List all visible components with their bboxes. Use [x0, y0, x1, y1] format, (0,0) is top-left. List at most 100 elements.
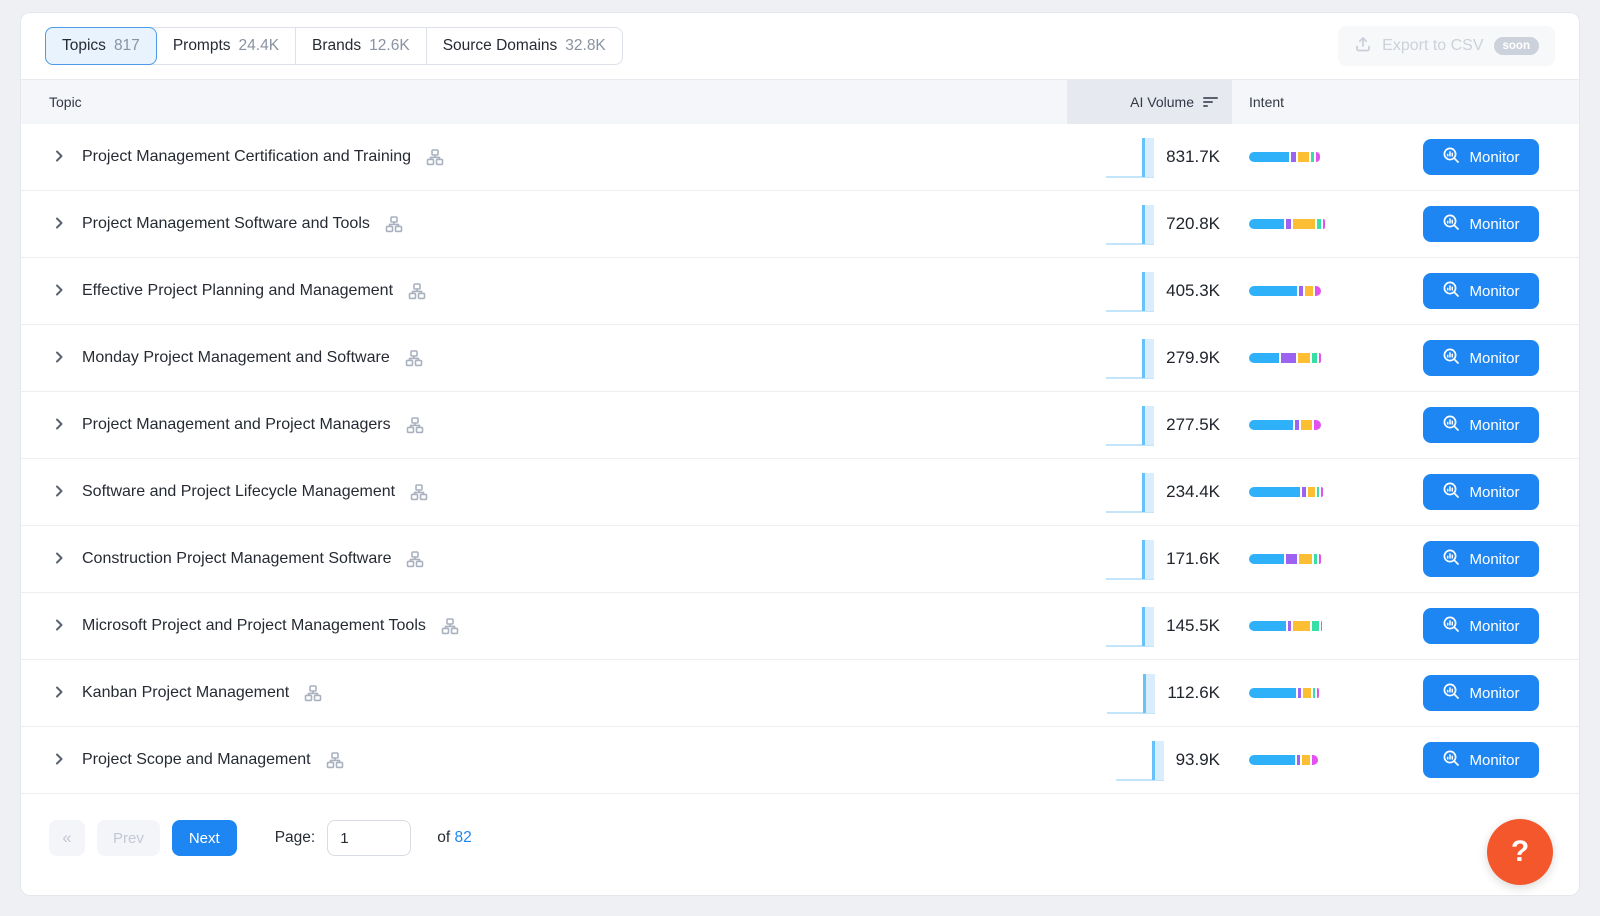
chevron-right-icon: [51, 282, 67, 301]
first-page-button[interactable]: «: [49, 820, 85, 856]
export-csv-button[interactable]: Export to CSV soon: [1338, 26, 1555, 66]
intent-bar[interactable]: [1249, 554, 1321, 564]
tab-source-domains[interactable]: Source Domains 32.8K: [427, 28, 622, 64]
intent-segment: [1323, 219, 1325, 229]
monitor-button[interactable]: Monitor: [1423, 608, 1539, 644]
intent-segment: [1286, 219, 1291, 229]
sitemap-icon[interactable]: [326, 752, 344, 769]
monitor-cell: Monitor: [1423, 273, 1579, 309]
intent-segment: [1298, 353, 1310, 363]
expand-row-button[interactable]: [49, 214, 69, 234]
intent-bar[interactable]: [1249, 420, 1321, 430]
topic-label[interactable]: Kanban Project Management: [82, 684, 289, 702]
sitemap-icon[interactable]: [406, 551, 424, 568]
sitemap-icon[interactable]: [385, 216, 403, 233]
next-page-button[interactable]: Next: [172, 820, 237, 856]
topic-label[interactable]: Project Management Software and Tools: [82, 215, 370, 233]
column-header-ai-volume[interactable]: AI Volume: [1067, 80, 1232, 124]
expand-row-button[interactable]: [49, 683, 69, 703]
sitemap-icon[interactable]: [426, 149, 444, 166]
monitor-button[interactable]: Monitor: [1423, 742, 1539, 778]
expand-row-button[interactable]: [49, 281, 69, 301]
intent-bar[interactable]: [1249, 219, 1325, 229]
sitemap-icon[interactable]: [304, 685, 322, 702]
expand-row-button[interactable]: [49, 750, 69, 770]
table-row: Project Scope and Management 93.9K: [21, 727, 1579, 794]
topic-label[interactable]: Software and Project Lifecycle Managemen…: [82, 483, 395, 501]
intent-bar[interactable]: [1249, 353, 1321, 363]
monitor-button-label: Monitor: [1469, 551, 1519, 568]
ai-volume-value: 145.5K: [1166, 616, 1220, 636]
intent-bar[interactable]: [1249, 286, 1321, 296]
sitemap-icon[interactable]: [406, 417, 424, 434]
intent-segment: [1298, 152, 1309, 162]
sitemap-icon[interactable]: [405, 350, 423, 367]
expand-row-button[interactable]: [49, 348, 69, 368]
intent-bar[interactable]: [1249, 152, 1320, 162]
monitor-button-label: Monitor: [1469, 685, 1519, 702]
tab-topics[interactable]: Topics 817: [45, 27, 157, 65]
intent-segment: [1317, 219, 1321, 229]
topic-label[interactable]: Construction Project Management Software: [82, 550, 391, 568]
ai-volume-value: 405.3K: [1166, 281, 1220, 301]
table-row: Kanban Project Management 112.6K: [21, 660, 1579, 727]
monitor-magnifier-icon: [1442, 481, 1461, 504]
tab-prompts[interactable]: Prompts 24.4K: [157, 28, 296, 64]
volume-trend-sparkline: [1106, 471, 1154, 513]
monitor-button[interactable]: Monitor: [1423, 474, 1539, 510]
intent-segment: [1293, 219, 1315, 229]
expand-row-button[interactable]: [49, 549, 69, 569]
sitemap-icon[interactable]: [410, 484, 428, 501]
monitor-button[interactable]: Monitor: [1423, 273, 1539, 309]
tab-count: 12.6K: [369, 37, 410, 55]
monitor-button[interactable]: Monitor: [1423, 407, 1539, 443]
monitor-button[interactable]: Monitor: [1423, 340, 1539, 376]
chevron-right-icon: [51, 684, 67, 703]
prev-page-button[interactable]: Prev: [97, 820, 160, 856]
monitor-magnifier-icon: [1442, 280, 1461, 303]
monitor-cell: Monitor: [1423, 139, 1579, 175]
monitor-button[interactable]: Monitor: [1423, 675, 1539, 711]
topics-panel: Topics 817 Prompts 24.4K Brands 12.6K So…: [20, 12, 1580, 896]
topic-label[interactable]: Project Management Certification and Tra…: [82, 148, 411, 166]
intent-bar[interactable]: [1249, 688, 1319, 698]
intent-segment: [1312, 755, 1318, 765]
expand-row-button[interactable]: [49, 616, 69, 636]
intent-bar[interactable]: [1249, 487, 1323, 497]
sitemap-icon[interactable]: [441, 618, 459, 635]
topic-label[interactable]: Project Scope and Management: [82, 751, 311, 769]
monitor-button[interactable]: Monitor: [1423, 139, 1539, 175]
volume-trend-sparkline: [1106, 337, 1154, 379]
total-pages-link[interactable]: 82: [454, 829, 471, 846]
expand-row-button[interactable]: [49, 147, 69, 167]
page-label: Page:: [275, 829, 316, 847]
intent-segment: [1249, 286, 1297, 296]
volume-trend-sparkline: [1106, 538, 1154, 580]
chevron-right-icon: [51, 416, 67, 435]
tab-brands[interactable]: Brands 12.6K: [296, 28, 427, 64]
topic-label[interactable]: Effective Project Planning and Managemen…: [82, 282, 393, 300]
volume-trend-sparkline: [1116, 739, 1164, 781]
ai-volume-value: 112.6K: [1167, 683, 1220, 703]
monitor-magnifier-icon: [1442, 682, 1461, 705]
topic-cell: Project Scope and Management: [49, 750, 1067, 770]
expand-row-button[interactable]: [49, 415, 69, 435]
ai-volume-value: 720.8K: [1166, 214, 1220, 234]
intent-segment: [1249, 487, 1300, 497]
topic-label[interactable]: Microsoft Project and Project Management…: [82, 617, 426, 635]
sitemap-icon[interactable]: [408, 283, 426, 300]
topic-cell: Kanban Project Management: [49, 683, 1067, 703]
topic-label[interactable]: Monday Project Management and Software: [82, 349, 390, 367]
intent-segment: [1316, 152, 1320, 162]
intent-bar[interactable]: [1249, 755, 1318, 765]
monitor-button[interactable]: Monitor: [1423, 206, 1539, 242]
help-button[interactable]: ?: [1487, 819, 1553, 885]
page-number-input[interactable]: [327, 820, 411, 856]
intent-bar[interactable]: [1249, 621, 1322, 631]
expand-row-button[interactable]: [49, 482, 69, 502]
chevron-right-icon: [51, 148, 67, 167]
monitor-button[interactable]: Monitor: [1423, 541, 1539, 577]
topic-label[interactable]: Project Management and Project Managers: [82, 416, 391, 434]
intent-segment: [1249, 420, 1293, 430]
intent-segment: [1312, 353, 1317, 363]
